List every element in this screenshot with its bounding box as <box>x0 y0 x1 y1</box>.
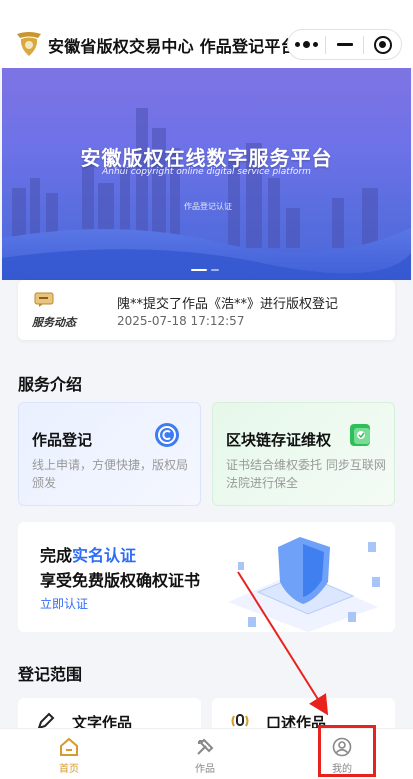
mini-program-capsule <box>287 29 402 60</box>
annotation-highlight-box <box>318 725 376 777</box>
target-close-icon[interactable] <box>364 30 401 59</box>
copyright-icon <box>155 423 179 447</box>
service-card-blockchain[interactable]: 区块链存证维权 证书结合维权委托 同步互联网法院进行保全 <box>212 402 395 506</box>
shield-server-illustration <box>228 537 380 632</box>
service-title: 区块链存证维权 <box>226 431 332 449</box>
service-card-work-registration[interactable]: 作品登记 线上申请，方便快捷，版权局颁发 <box>18 402 201 506</box>
lion-logo-icon <box>17 32 41 56</box>
works-icon <box>197 738 214 755</box>
services-section-title: 服务介绍 <box>18 375 83 394</box>
banner-pagination <box>191 269 219 271</box>
tab-label: 首页 <box>59 764 79 775</box>
news-time: 2025-07-18 17:12:57 <box>117 314 245 328</box>
home-icon <box>60 737 78 756</box>
promo-subheadline: 享受免费版权确权证书 <box>40 571 201 590</box>
verify-now-link[interactable]: 立即认证 <box>40 595 88 612</box>
news-text: 隗**提交了作品《浩**》进行版权登记 <box>117 297 339 312</box>
service-news-card[interactable]: 服务动态 隗**提交了作品《浩**》进行版权登记 2025-07-18 17:1… <box>18 280 395 340</box>
service-title: 作品登记 <box>32 431 93 449</box>
banner-dot-active[interactable] <box>191 269 207 271</box>
minimize-icon[interactable] <box>326 30 363 59</box>
blockchain-shield-icon <box>350 424 370 446</box>
more-dots-icon[interactable] <box>288 30 325 59</box>
promo-headline: 完成实名认证 <box>40 546 137 565</box>
real-name-auth-promo[interactable]: 完成实名认证 享受免费版权确权证书 立即认证 <box>18 522 395 632</box>
banner-subtitle: Anhui copyright online digital service p… <box>102 167 311 177</box>
news-label: 服务动态 <box>32 316 76 329</box>
hero-banner[interactable]: 安徽版权在线数字服务平台 Anhui copyright online digi… <box>2 68 411 280</box>
tab-home[interactable]: 首页 <box>0 729 138 779</box>
scope-section-title: 登记范围 <box>18 665 83 684</box>
tab-label: 作品 <box>195 764 215 775</box>
banner-watermark: 作品登记认证 <box>184 202 232 211</box>
app-header: 安徽省版权交易中心 作品登记平台 <box>0 0 413 68</box>
banner-dot[interactable] <box>211 269 219 271</box>
service-desc: 证书结合维权委托 同步互联网法院进行保全 <box>226 458 386 490</box>
chat-bubble-icon <box>34 292 54 307</box>
service-desc: 线上申请，方便快捷，版权局颁发 <box>32 458 189 490</box>
app-title: 安徽省版权交易中心 作品登记平台 <box>48 37 297 56</box>
tab-works[interactable]: 作品 <box>138 729 276 779</box>
